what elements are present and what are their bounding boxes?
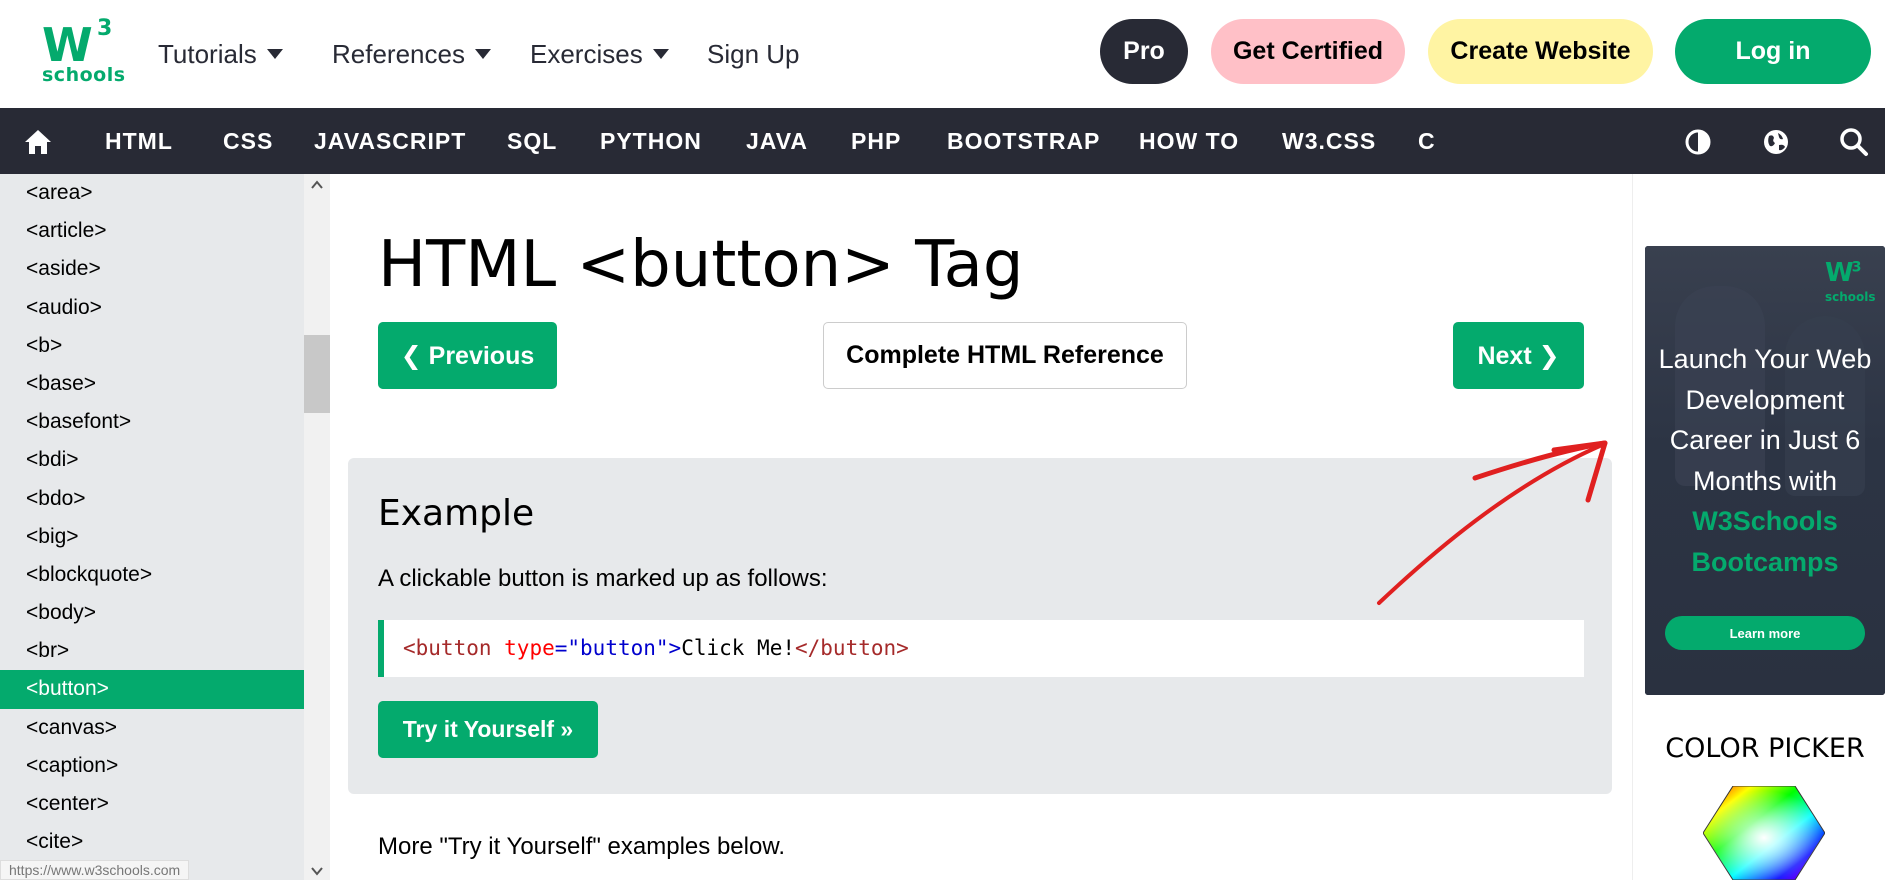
try-it-yourself-button[interactable]: Try it Yourself » (378, 701, 598, 758)
caret-down-icon (652, 49, 669, 59)
nav-tutorials-label: Tutorials (158, 38, 257, 69)
color-picker-wheel-icon[interactable] (1702, 785, 1826, 880)
sidebar-item[interactable]: <b> (0, 327, 304, 365)
nav-link-sql[interactable]: SQL (507, 108, 557, 174)
code-attribute-value: "button" (567, 636, 669, 660)
sidebar-item[interactable]: <area> (0, 174, 304, 212)
nav-link-php[interactable]: PHP (851, 108, 901, 174)
nav-references[interactable]: References (332, 0, 491, 108)
w3schools-logo[interactable]: W 3 schools (40, 16, 125, 86)
home-icon[interactable] (23, 127, 53, 157)
code-attribute: type (491, 636, 555, 660)
nav-exercises-label: Exercises (530, 38, 643, 69)
nav-link-java[interactable]: JAVA (746, 108, 808, 174)
sidebar-scroll-thumb[interactable] (304, 335, 330, 413)
scroll-up-icon[interactable] (310, 178, 324, 192)
nav-tutorials[interactable]: Tutorials (158, 0, 283, 108)
nav-link-c[interactable]: C (1418, 108, 1436, 174)
nav-link-css[interactable]: CSS (223, 108, 273, 174)
sidebar-item[interactable]: <center> (0, 785, 304, 823)
top-header: W 3 schools Tutorials References Exercis… (0, 0, 1885, 108)
nav-link-python[interactable]: PYTHON (600, 108, 702, 174)
caret-down-icon (474, 49, 491, 59)
color-picker-title: COLOR PICKER (1665, 733, 1865, 764)
sidebar-item[interactable]: <bdo> (0, 480, 304, 518)
search-icon[interactable] (1839, 127, 1869, 157)
pro-button[interactable]: Pro (1100, 19, 1188, 84)
sidebar-item[interactable]: <big> (0, 518, 304, 556)
login-button[interactable]: Log in (1675, 19, 1871, 84)
globe-icon[interactable] (1761, 127, 1791, 157)
ad-logo-brand: W (1825, 258, 1854, 288)
next-button[interactable]: Next ❯ (1453, 322, 1584, 389)
nav-references-label: References (332, 38, 465, 69)
nav-link-w3css[interactable]: W3.CSS (1282, 108, 1376, 174)
ad-logo-sub: schools (1825, 290, 1876, 304)
nav-link-javascript[interactable]: JAVASCRIPT (314, 108, 466, 174)
ad-highlight: W3Schools Bootcamps (1645, 501, 1885, 582)
sidebar-item[interactable]: <audio> (0, 289, 304, 327)
sidebar: <area> <article> <aside> <audio> <b> <ba… (0, 174, 304, 880)
create-website-button[interactable]: Create Website (1428, 19, 1653, 84)
logo-brand: W (42, 18, 93, 72)
sidebar-item[interactable]: <cite> (0, 823, 304, 861)
sidebar-item[interactable]: <blockquote> (0, 556, 304, 594)
ad-logo: W3 (1825, 258, 1862, 288)
get-certified-button[interactable]: Get Certified (1211, 19, 1405, 84)
theme-contrast-icon[interactable] (1683, 127, 1713, 157)
sidebar-item[interactable]: <bdi> (0, 441, 304, 479)
right-divider (1632, 174, 1633, 880)
ad-line: Development (1685, 384, 1845, 415)
nav-link-bootstrap[interactable]: BOOTSTRAP (947, 108, 1100, 174)
ad-line: Months with (1692, 465, 1838, 496)
example-heading: Example (378, 493, 535, 534)
page-title: HTML <button> Tag (378, 228, 1024, 302)
complete-reference-button[interactable]: Complete HTML Reference (823, 322, 1187, 389)
nav-link-how-to[interactable]: HOW TO (1139, 108, 1239, 174)
previous-button[interactable]: ❮ Previous (378, 322, 557, 389)
ad-line: Career in Just 6 (1669, 425, 1861, 455)
bootcamp-ad[interactable]: W3 schools Launch Your Web Development C… (1645, 246, 1885, 695)
ad-headline: Launch Your Web Development Career in Ju… (1645, 339, 1885, 501)
ad-highlight-line: Bootcamps (1691, 546, 1839, 577)
nav-sign-up-label: Sign Up (707, 38, 800, 69)
logo-sub: schools (42, 64, 126, 86)
sidebar-item[interactable]: <basefont> (0, 403, 304, 441)
nav-exercises[interactable]: Exercises (530, 0, 669, 108)
sidebar-item[interactable]: <base> (0, 365, 304, 403)
ad-line: Launch Your Web (1658, 344, 1872, 374)
code-close-bracket: > (668, 636, 682, 660)
code-end-tag: </button> (795, 636, 909, 660)
status-url: https://www.w3schools.com (0, 860, 190, 880)
sidebar-item[interactable]: <body> (0, 594, 304, 632)
ad-highlight-line: W3Schools (1692, 506, 1838, 536)
sidebar-item[interactable]: <br> (0, 632, 304, 670)
example-description: A clickable button is marked up as follo… (378, 565, 828, 592)
code-open-tag: <button (403, 636, 492, 660)
sidebar-list: <area> <article> <aside> <audio> <b> <ba… (0, 174, 304, 861)
more-examples-text: More "Try it Yourself" examples below. (378, 833, 785, 860)
main-nav-bar: HTML CSS JAVASCRIPT SQL PYTHON JAVA PHP … (0, 108, 1885, 174)
code-example: <button type="button">Click Me!</button> (378, 620, 1584, 677)
code-inner-text: Click Me! (681, 636, 795, 660)
sidebar-scrollbar[interactable] (304, 174, 330, 880)
nav-sign-up[interactable]: Sign Up (707, 0, 800, 108)
sidebar-item-active[interactable]: <button> (0, 670, 304, 709)
scroll-down-icon[interactable] (310, 864, 324, 878)
sidebar-item[interactable]: <canvas> (0, 709, 304, 747)
sidebar-item[interactable]: <aside> (0, 250, 304, 288)
sidebar-item[interactable]: <caption> (0, 747, 304, 785)
ad-logo-superscript: 3 (1851, 259, 1862, 276)
code-equals: = (554, 636, 568, 660)
logo-superscript: 3 (97, 16, 113, 41)
nav-link-html[interactable]: HTML (105, 108, 173, 174)
learn-more-button[interactable]: Learn more (1665, 616, 1865, 650)
caret-down-icon (266, 49, 283, 59)
sidebar-item[interactable]: <article> (0, 212, 304, 250)
